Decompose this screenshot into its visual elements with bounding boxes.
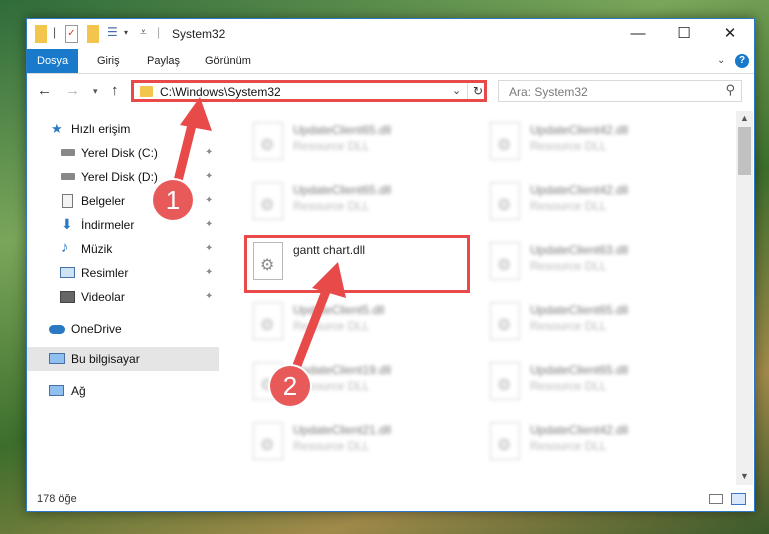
maximize-button[interactable]: ☐ (661, 19, 707, 49)
star-icon: ★ (51, 121, 63, 136)
sidebar-item-onedrive[interactable]: OneDrive (27, 317, 219, 341)
sidebar-item-this-pc[interactable]: Bu bilgisayar (27, 347, 219, 371)
dll-file-icon: ⚙ (490, 242, 520, 280)
dll-file-icon: ⚙ (253, 422, 283, 460)
scroll-down-icon[interactable]: ▼ (740, 471, 749, 481)
tab-dosya[interactable]: Dosya (27, 49, 79, 73)
list-item[interactable]: ⚙ UpdateClient63.dll Resource DLL (482, 239, 712, 287)
dll-file-icon: ⚙ (490, 362, 520, 400)
pin-icon[interactable]: ✦ (205, 291, 213, 302)
back-arrow-icon[interactable]: ← (37, 82, 52, 99)
ribbon-tabs: Dosya Giriş Paylaş Görünüm ⌄ ? (27, 49, 754, 74)
sidebar-item-videos[interactable]: Videolar ✦ (27, 285, 219, 309)
list-item[interactable]: ⚙ UpdateClient65.dll Resource DLL (482, 359, 712, 407)
sidebar-item-music[interactable]: ♪ Müzik ✦ (27, 237, 219, 261)
music-icon: ♪ (61, 239, 69, 256)
help-icon[interactable]: ? (735, 54, 749, 68)
tab-paylas[interactable]: Paylaş (137, 49, 190, 73)
dll-file-icon: ⚙ (253, 122, 283, 160)
navigation-bar: ← → ▾ ↑ C:\Windows\System32 ⌄ ↻ ⚲ (27, 74, 754, 108)
new-folder-icon[interactable] (87, 25, 99, 43)
videos-icon (60, 291, 75, 303)
list-item[interactable]: ⚙ UpdateClient65.dll Resource DLL (245, 119, 475, 167)
quick-access-menu-icon[interactable]: ☰ (107, 25, 121, 43)
folder-icon (35, 25, 47, 43)
list-item[interactable]: ⚙ UpdateClient65.dll Resource DLL (482, 299, 712, 347)
window-title: System32 (172, 27, 226, 41)
dll-file-icon: ⚙ (253, 302, 283, 340)
forward-arrow-icon[interactable]: → (65, 82, 80, 99)
list-item[interactable]: ⚙ UpdateClient65.dll Resource DLL (245, 179, 475, 227)
close-button[interactable]: ✕ (707, 19, 753, 49)
documents-icon (62, 194, 73, 208)
up-arrow-icon[interactable]: ↑ (111, 82, 119, 99)
step-badge-2: 2 (270, 366, 310, 406)
divider: | (53, 25, 57, 39)
download-icon: ⬇ (61, 216, 73, 232)
pin-icon[interactable]: ✦ (205, 267, 213, 278)
step-badge-1: 1 (153, 180, 193, 220)
chevron-down-icon[interactable]: ▾ (124, 28, 128, 46)
network-icon (49, 385, 64, 396)
sidebar-item-network[interactable]: Ağ (27, 379, 219, 403)
scrollbar-thumb[interactable] (738, 127, 751, 175)
details-view-icon[interactable] (709, 494, 723, 504)
search-input[interactable] (507, 83, 711, 101)
recent-locations-icon[interactable]: ▾ (93, 86, 98, 97)
scroll-up-icon[interactable]: ▲ (740, 113, 749, 123)
properties-icon[interactable]: ✓ (65, 25, 78, 43)
dll-file-icon: ⚙ (490, 122, 520, 160)
search-box[interactable]: ⚲ (498, 80, 742, 102)
sidebar-item-pictures[interactable]: Resimler ✦ (27, 261, 219, 285)
minimize-button[interactable]: — (615, 19, 661, 49)
list-item[interactable]: ⚙ UpdateClient42.dll Resource DLL (482, 119, 712, 167)
dll-file-icon: ⚙ (490, 182, 520, 220)
refresh-icon[interactable]: ↻ (467, 83, 488, 99)
computer-icon (49, 353, 65, 364)
divider: | (157, 25, 161, 39)
tab-giris[interactable]: Giriş (87, 49, 130, 73)
drive-icon (61, 173, 75, 180)
item-count: 178 öğe (37, 493, 77, 505)
dll-file-icon: ⚙ (253, 182, 283, 220)
expand-ribbon-icon[interactable]: ⌄ (717, 55, 725, 66)
drive-icon (61, 149, 75, 156)
status-bar: 178 öğe (27, 489, 754, 511)
list-item[interactable]: ⚙ UpdateClient42.dll Resource DLL (482, 179, 712, 227)
vertical-scrollbar[interactable]: ▲ ▼ (736, 111, 753, 485)
chevron-down-icon[interactable]: ⌄ (452, 84, 461, 97)
customize-toolbar-icon[interactable]: ⩡ (140, 25, 147, 43)
search-icon[interactable]: ⚲ (725, 82, 735, 98)
dll-file-icon: ⚙ (490, 302, 520, 340)
dll-file-icon: ⚙ (490, 422, 520, 460)
cloud-icon (49, 325, 65, 334)
large-icons-view-icon[interactable] (731, 493, 746, 505)
pictures-icon (60, 267, 75, 278)
pin-icon[interactable]: ✦ (205, 243, 213, 254)
list-item[interactable]: ⚙ UpdateClient21.dll Resource DLL (245, 419, 475, 467)
title-bar: | ✓ ☰ ▾ ⩡ | System32 — ☐ ✕ (27, 19, 754, 49)
tab-gorunum[interactable]: Görünüm (195, 49, 261, 73)
list-item[interactable]: ⚙ UpdateClient42.dll Resource DLL (482, 419, 712, 467)
